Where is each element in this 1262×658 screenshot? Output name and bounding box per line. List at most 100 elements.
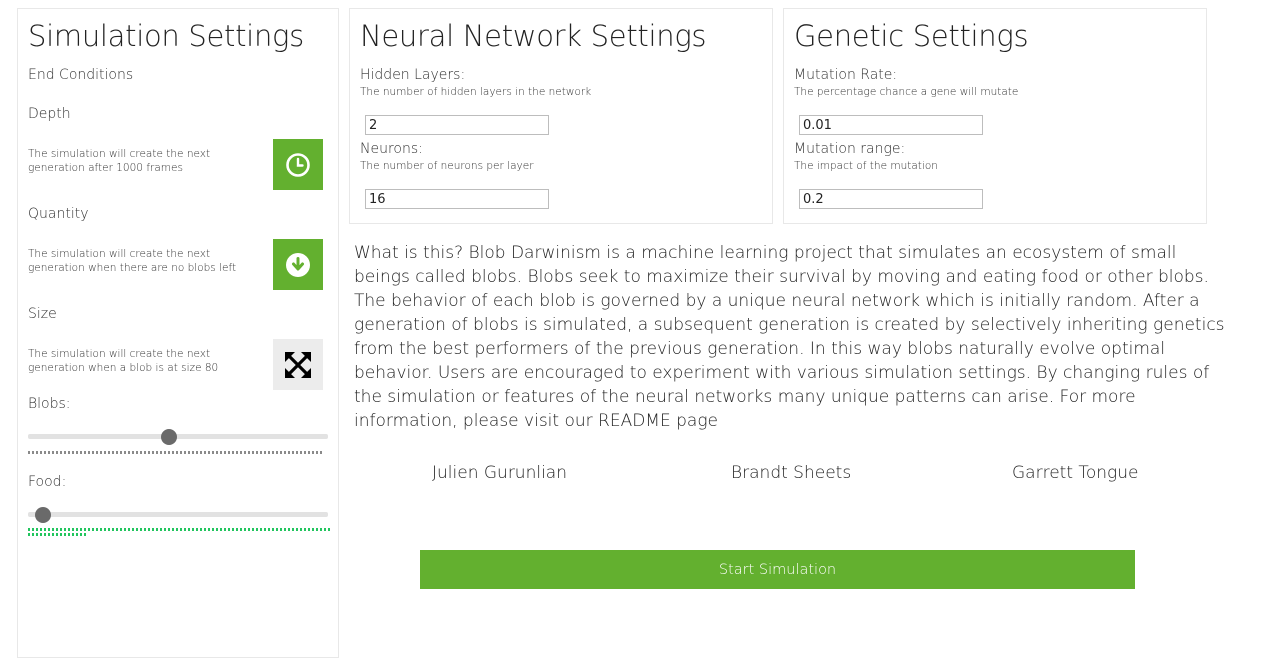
preview-dot: [32, 533, 34, 536]
food-slider-handle[interactable]: [35, 507, 51, 523]
preview-dot: [316, 451, 318, 454]
preview-dot: [312, 451, 314, 454]
preview-dot: [120, 451, 122, 454]
preview-dot: [68, 528, 70, 531]
preview-dot: [116, 451, 118, 454]
preview-dot: [196, 528, 198, 531]
preview-dot: [224, 528, 226, 531]
preview-dot: [44, 528, 46, 531]
size-label: Size: [28, 306, 57, 322]
preview-dot: [36, 528, 38, 531]
preview-dot: [276, 451, 278, 454]
preview-dot: [288, 528, 290, 531]
preview-dot: [208, 451, 210, 454]
preview-dot: [64, 451, 66, 454]
preview-dot: [236, 528, 238, 531]
preview-dot: [124, 451, 126, 454]
depth-description: The simulation will create the next gene…: [28, 148, 211, 174]
preview-dot: [276, 528, 278, 531]
preview-dot: [28, 528, 30, 531]
neurons-label: Neurons:: [360, 141, 423, 157]
preview-dot: [160, 451, 162, 454]
preview-dot: [116, 528, 118, 531]
preview-dot: [148, 451, 150, 454]
size-toggle-button[interactable]: [273, 339, 323, 390]
about-description: What is this? Blob Darwinism is a machin…: [354, 243, 1225, 431]
preview-dot: [40, 528, 42, 531]
preview-dot: [284, 451, 286, 454]
preview-dot: [200, 528, 202, 531]
hidden-layers-input[interactable]: [365, 115, 549, 135]
mutation-range-input[interactable]: [799, 189, 983, 209]
preview-dot: [168, 528, 170, 531]
preview-dot: [60, 451, 62, 454]
preview-dot: [96, 528, 98, 531]
mutation-rate-hint: The percentage chance a gene will mutate: [794, 86, 1019, 98]
preview-dot: [248, 451, 250, 454]
neurons-hint: The number of neurons per layer: [360, 160, 534, 172]
preview-dot: [292, 451, 294, 454]
preview-dot: [188, 528, 190, 531]
preview-dot: [292, 528, 294, 531]
food-slider-track[interactable]: [28, 512, 328, 517]
preview-dot: [48, 451, 50, 454]
depth-label: Depth: [28, 106, 71, 122]
author-name: Garrett Tongue: [1012, 463, 1139, 483]
preview-dot: [260, 451, 262, 454]
expand-arrows-icon: [285, 351, 311, 378]
arrow-down-circle-icon: [286, 252, 310, 277]
preview-dot: [248, 528, 250, 531]
preview-dot: [272, 451, 274, 454]
preview-dot: [280, 528, 282, 531]
preview-dot: [256, 451, 258, 454]
preview-dot: [88, 528, 90, 531]
preview-dot: [188, 451, 190, 454]
blobs-label: Blobs:: [28, 396, 71, 412]
preview-dot: [76, 451, 78, 454]
quantity-toggle-button[interactable]: [273, 239, 323, 290]
depth-toggle-button[interactable]: [273, 139, 323, 190]
preview-dot: [168, 451, 170, 454]
preview-dot: [36, 451, 38, 454]
preview-dot: [128, 451, 130, 454]
preview-dot: [300, 451, 302, 454]
neurons-input[interactable]: [365, 189, 549, 209]
preview-dot: [320, 528, 322, 531]
preview-dot: [128, 528, 130, 531]
genetic-settings-title: Genetic Settings: [794, 19, 1029, 53]
preview-dot: [328, 528, 330, 531]
preview-dot: [164, 528, 166, 531]
preview-dot: [320, 451, 322, 454]
preview-dot: [304, 528, 306, 531]
blob-count-preview: [28, 451, 324, 454]
start-simulation-button[interactable]: Start Simulation: [420, 550, 1135, 589]
preview-dot: [120, 528, 122, 531]
preview-dot: [260, 528, 262, 531]
blobs-slider-track[interactable]: [28, 434, 328, 439]
preview-dot: [304, 451, 306, 454]
food-count-preview: [28, 528, 330, 536]
preview-dot: [80, 528, 82, 531]
preview-dot: [244, 451, 246, 454]
blobs-slider-handle[interactable]: [161, 429, 177, 445]
preview-dot: [240, 528, 242, 531]
preview-dot: [204, 528, 206, 531]
preview-dot: [144, 528, 146, 531]
preview-dot: [60, 528, 62, 531]
size-description: The simulation will create the next gene…: [28, 348, 219, 374]
preview-dot: [52, 533, 54, 536]
preview-dot: [92, 451, 94, 454]
preview-dot: [172, 528, 174, 531]
preview-dot: [216, 451, 218, 454]
preview-dot: [180, 528, 182, 531]
preview-dot: [296, 451, 298, 454]
preview-dot: [216, 528, 218, 531]
preview-dot: [156, 451, 158, 454]
preview-dot: [132, 451, 134, 454]
preview-dot: [272, 528, 274, 531]
preview-dot: [56, 528, 58, 531]
preview-dot: [84, 528, 86, 531]
preview-dot: [52, 451, 54, 454]
mutation-rate-input[interactable]: [799, 115, 983, 135]
preview-dot: [288, 451, 290, 454]
